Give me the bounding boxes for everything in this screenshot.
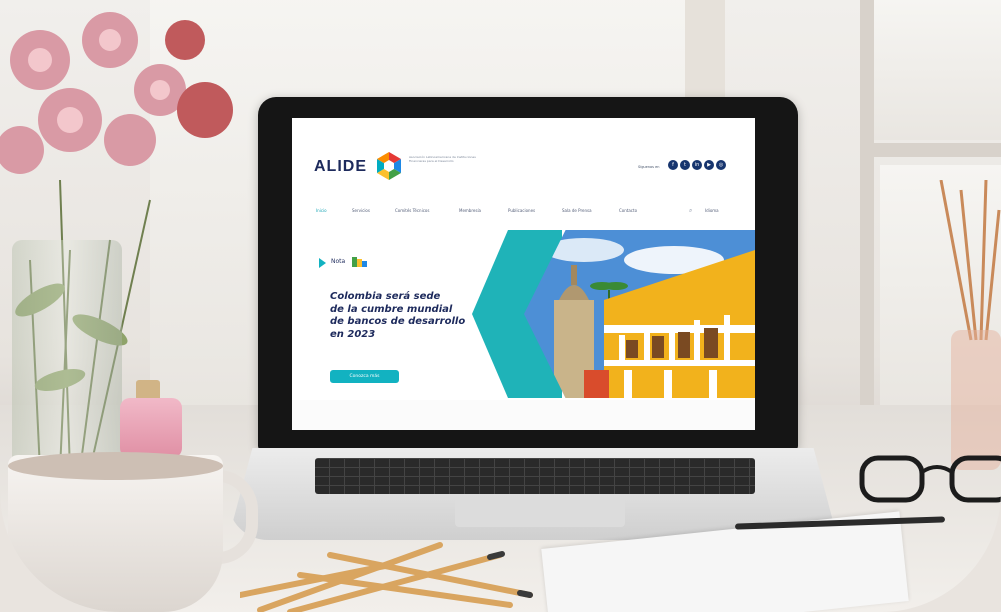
nav-item-membresia[interactable]: Membresía	[459, 208, 481, 213]
youtube-icon[interactable]: ▶	[704, 160, 714, 170]
coffee-cup-rim	[8, 452, 223, 480]
conozca-mas-button[interactable]: Conozca más	[330, 370, 399, 383]
alide-tagline: Asociación Latinoamericana de Institucio…	[409, 155, 476, 163]
twitter-icon[interactable]: t	[680, 160, 690, 170]
hero-headline-line: de bancos de desarrollo	[330, 316, 466, 327]
background-window-right	[870, 0, 1001, 140]
nav-item-publicaciones[interactable]: Publicaciones	[508, 208, 535, 213]
nav-item-comites-tecnicos[interactable]: Comités Técnicos	[395, 208, 429, 213]
linkedin-icon[interactable]: in	[692, 160, 702, 170]
language-selector[interactable]: Idioma	[705, 208, 719, 213]
nota-badge-icon	[352, 257, 367, 267]
nav-item-inicio[interactable]: Inicio	[316, 208, 327, 213]
nav-item-servicios[interactable]: Servicios	[352, 208, 370, 213]
follow-label: Síguenos en	[638, 165, 660, 169]
window-mullion	[860, 0, 874, 410]
facebook-icon[interactable]: f	[668, 160, 678, 170]
pencils	[240, 542, 533, 612]
window-crossbar	[860, 143, 1001, 157]
search-icon[interactable]: ⌕	[689, 207, 692, 215]
alide-logo-icon[interactable]	[374, 151, 404, 181]
hero-headline-line: en 2023	[330, 328, 376, 340]
glass-vase	[12, 240, 122, 470]
hero-headline-line: de la cumbre mundial	[330, 303, 453, 315]
page-bottom-band	[292, 400, 755, 430]
laptop-keyboard	[315, 458, 755, 494]
nav-item-contacto[interactable]: Contacto	[619, 208, 637, 213]
laptop-screen: ALIDE Asociación Latinoamericana de Inst…	[292, 118, 755, 430]
laptop-trackpad	[455, 497, 625, 527]
chevron-right-icon	[319, 258, 326, 268]
hero-building-image	[524, 230, 755, 398]
alide-logo-text[interactable]: ALIDE	[314, 158, 367, 176]
eyeglasses	[859, 455, 1001, 503]
nav-item-sala-de-prensa[interactable]: Sala de Prensa	[562, 208, 592, 213]
hero-headline: Colombia será sede de la cumbre mundial …	[330, 291, 490, 341]
photo-scene: ALIDE Asociación Latinoamericana de Inst…	[0, 0, 1001, 612]
main-navigation: Inicio Servicios Comités Técnicos Membre…	[292, 208, 755, 222]
instagram-icon[interactable]: ◎	[716, 160, 726, 170]
site-header: ALIDE Asociación Latinoamericana de Inst…	[292, 118, 755, 188]
perfume-bottle	[120, 398, 182, 458]
hero-kicker: Nota	[331, 258, 346, 265]
hero-headline-line: Colombia será sede	[330, 291, 441, 302]
reed-diffuser	[939, 180, 1001, 470]
